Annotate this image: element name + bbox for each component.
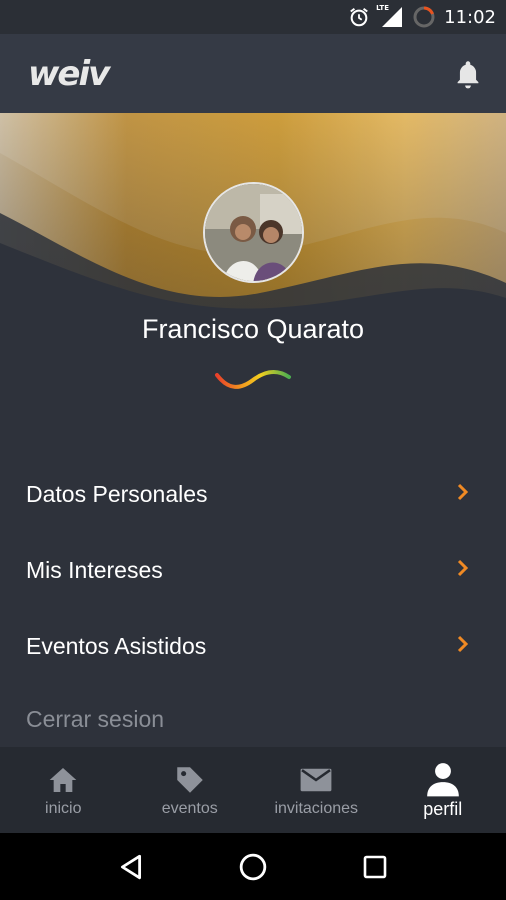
nav-label: inicio [45,800,82,817]
recents-icon[interactable] [355,847,395,887]
chevron-right-icon [456,480,470,508]
profile-menu: Datos Personales Mis Intereses Eventos A… [0,413,506,747]
status-time: 11:02 [444,6,496,28]
mail-icon [299,762,333,798]
person-icon [424,761,462,797]
nav-label: eventos [161,800,218,817]
nav-label: invitaciones [274,800,359,817]
bottom-navigation: inicio eventos invitaciones perfil [0,747,506,833]
nav-item-invitaciones[interactable]: invitaciones [253,747,380,833]
network-label: LTE [376,4,389,12]
tag-icon [173,762,207,798]
home-circle-icon[interactable] [233,847,273,887]
battery-icon [412,5,436,29]
home-icon [47,762,79,798]
profile-header: Francisco Quarato [0,113,506,413]
nav-label: perfil [423,798,463,819]
chevron-right-icon [456,632,470,660]
chevron-right-icon [456,556,470,584]
nav-item-inicio[interactable]: inicio [0,747,127,833]
logout-button[interactable]: Cerrar sesion [26,706,164,733]
system-navigation-bar [0,833,506,900]
rainbow-squiggle-icon [215,370,291,389]
menu-item-label: Eventos Asistidos [26,632,207,659]
alarm-icon [348,6,370,28]
back-icon[interactable] [111,847,151,887]
app-bar: weiv [0,34,506,113]
menu-item-eventos-asistidos[interactable]: Eventos Asistidos [0,608,506,684]
profile-name: Francisco Quarato [141,314,365,344]
menu-item-datos-personales[interactable]: Datos Personales [0,456,506,532]
app-logo: weiv [28,53,110,94]
bell-icon[interactable] [448,54,488,94]
nav-item-perfil[interactable]: perfil [380,747,506,833]
nav-item-eventos[interactable]: eventos [127,747,254,833]
avatar[interactable] [203,182,304,283]
menu-item-label: Mis Intereses [26,556,163,583]
lte-signal-icon: LTE [376,4,404,29]
status-bar: LTE 11:02 [0,0,506,34]
menu-item-label: Datos Personales [26,480,208,507]
menu-item-mis-intereses[interactable]: Mis Intereses [0,532,506,608]
